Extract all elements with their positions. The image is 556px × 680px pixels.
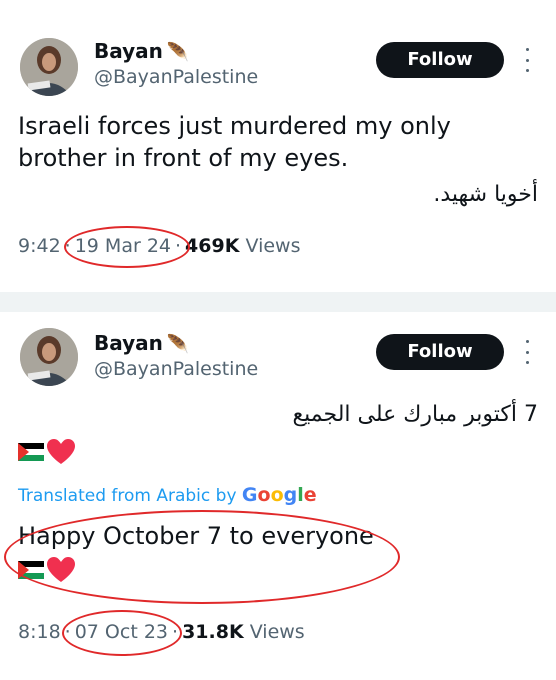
separator: · bbox=[175, 235, 182, 257]
tweet-date[interactable]: 07 Oct 23 bbox=[75, 621, 168, 643]
google-logo: Google bbox=[241, 484, 317, 506]
author-name-text: Bayan bbox=[94, 331, 163, 355]
separator: · bbox=[64, 621, 71, 643]
tweet-time[interactable]: 8:18 bbox=[18, 621, 61, 643]
separator: · bbox=[64, 235, 71, 257]
author-name-text: Bayan bbox=[94, 39, 163, 63]
author-name[interactable]: Bayan 🪶 bbox=[94, 332, 189, 356]
tweet-text-arabic: أخويا شهيد. bbox=[433, 182, 538, 207]
avatar[interactable] bbox=[20, 328, 78, 386]
tweet-text-translated: Happy October 7 to everyone bbox=[18, 522, 374, 550]
emoji-group bbox=[18, 438, 76, 466]
tweet-meta: 9:42 · 19 Mar 24 · 469K Views bbox=[18, 234, 300, 258]
tweet-meta: 8:18 · 07 Oct 23 · 31.8K Views bbox=[18, 620, 305, 644]
tweet-time[interactable]: 9:42 bbox=[18, 235, 61, 257]
follow-button[interactable]: Follow bbox=[376, 42, 504, 78]
red-heart-icon bbox=[47, 439, 75, 464]
author-handle[interactable]: @BayanPalestine bbox=[94, 358, 258, 380]
author-sign-icon: 🪶 bbox=[166, 42, 190, 63]
author-name[interactable]: Bayan 🪶 bbox=[94, 40, 189, 64]
author-handle[interactable]: @BayanPalestine bbox=[94, 66, 258, 88]
author-sign-icon: 🪶 bbox=[166, 334, 190, 355]
translated-text: Translated from Arabic by bbox=[18, 486, 237, 506]
views-label: Views bbox=[249, 621, 305, 643]
tweet-text-arabic: 7 أكتوبر مبارك على الجميع bbox=[292, 402, 538, 427]
follow-button[interactable]: Follow bbox=[376, 334, 504, 370]
avatar[interactable] bbox=[20, 38, 78, 96]
feed-divider bbox=[0, 292, 556, 312]
views-count[interactable]: 469K bbox=[185, 235, 239, 257]
views-label: Views bbox=[245, 235, 301, 257]
palestine-flag-icon bbox=[18, 443, 44, 461]
separator: · bbox=[172, 621, 179, 643]
more-options-icon[interactable] bbox=[520, 340, 534, 364]
red-heart-icon bbox=[47, 557, 75, 582]
views-count[interactable]: 31.8K bbox=[182, 621, 244, 643]
tweet-date[interactable]: 19 Mar 24 bbox=[75, 235, 171, 257]
tweet-card-1[interactable]: Bayan 🪶 @BayanPalestine Follow Israeli fo… bbox=[0, 0, 556, 292]
emoji-group bbox=[18, 556, 76, 584]
palestine-flag-icon bbox=[18, 561, 44, 579]
tweet-text: Israeli forces just murdered my only bro… bbox=[18, 112, 451, 172]
tweet-card-2[interactable]: Bayan 🪶 @BayanPalestine Follow 7 أكتوبر م… bbox=[0, 312, 556, 680]
more-options-icon[interactable] bbox=[520, 48, 534, 72]
translated-from-label[interactable]: Translated from Arabic by Google bbox=[18, 484, 317, 507]
